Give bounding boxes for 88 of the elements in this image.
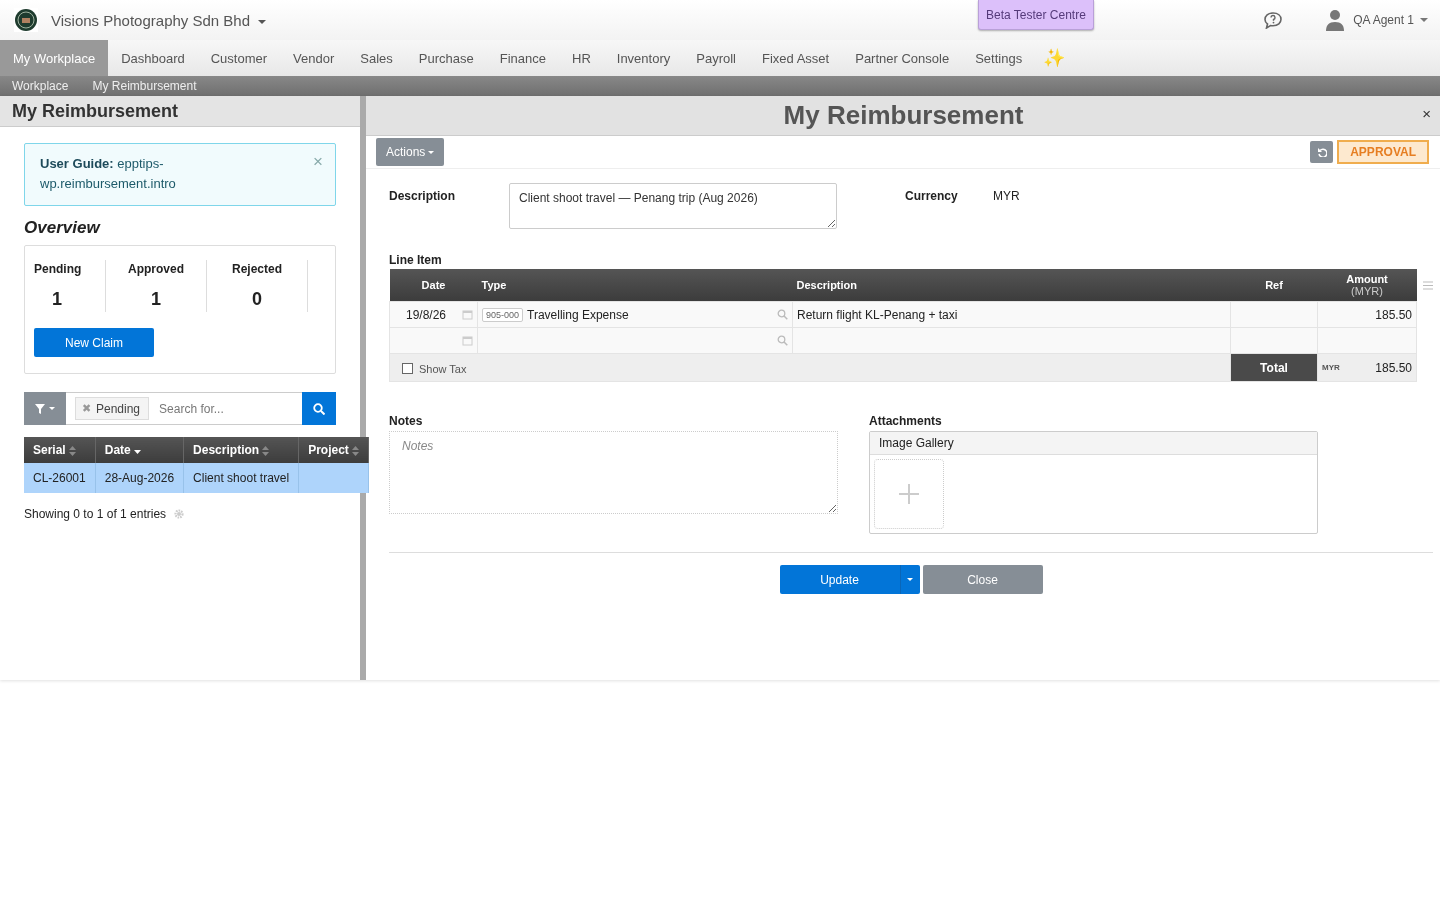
logo-icon[interactable] [14,8,38,32]
filter-tag-label: Pending [96,401,141,416]
panel-title: My Reimbursement [0,96,360,127]
column-subheader: (MYR) [1350,285,1384,297]
status-badge: APPROVAL [1337,140,1429,164]
calendar-icon[interactable] [462,335,473,346]
nav-tab[interactable]: Settings [962,40,1036,76]
field-label: Currency [905,188,959,203]
stat-label: Pending [34,262,82,276]
field-label: Attachments [869,413,943,428]
calendar-icon[interactable] [462,309,473,320]
undo-icon [1316,147,1327,157]
field-label: Description [389,188,456,203]
table-cell: Client shoot travel [193,471,290,485]
search-icon[interactable] [777,335,788,346]
update-button[interactable]: Update [779,565,900,594]
stat-value: 0 [252,289,262,310]
table-cell: CL-26001 [33,471,86,485]
notes-field[interactable]: Notes [389,431,838,514]
section-title: Overview [24,218,102,238]
user-avatar-icon [1325,9,1346,31]
nav-tab[interactable]: Fixed Asset [749,40,843,76]
section-label: Line Item [389,253,443,267]
nav-tab[interactable]: Dashboard [108,40,198,76]
total-label: Total [1230,353,1318,382]
table-cell-text: 19/8/26 [404,307,447,322]
gallery-title: Image Gallery [870,432,1317,455]
caret-icon [1420,18,1428,22]
plus-icon [899,484,919,504]
stat-label: Rejected [232,262,282,276]
checkbox[interactable] [402,362,413,374]
stat-value: 1 [52,289,62,310]
nav-tab[interactable]: Purchase [405,40,487,76]
stat-label: Approved [128,262,184,276]
nav-tab[interactable]: Inventory [603,40,684,76]
nav-tab[interactable]: Partner Console [842,40,963,76]
column-header[interactable]: Description [183,437,299,463]
nav-tab[interactable]: Finance [486,40,559,76]
revert-button[interactable] [1310,141,1334,163]
stat-value: 1 [151,289,161,310]
search-icon [313,402,325,415]
table-row[interactable]: CL-26001 28-Aug-2026 Client shoot travel [24,463,369,493]
form-title: My Reimbursement [783,100,1024,131]
settings-icon[interactable] [174,509,185,519]
column-header: Description [796,279,857,291]
entries-info: Showing 0 to 1 of 1 entries [24,507,167,521]
user-guide-text: User Guide: epptips-wp.reimbursement.intro [40,155,177,193]
total-amount: 185.50 [1374,360,1412,375]
search-button[interactable] [302,392,336,425]
breadcrumb-link[interactable]: Workplace [0,76,81,96]
dropdown-toggle[interactable] [899,565,920,594]
new-claim-button[interactable]: New Claim [34,328,154,357]
nav-tab[interactable]: HR [559,40,604,76]
close-button[interactable]: × [1418,105,1435,122]
field-value: MYR [993,188,1020,203]
nav-tab[interactable]: Sales [347,40,406,76]
company-switcher[interactable]: Visions Photography Sdn Bhd [51,11,267,29]
help-chat-icon[interactable] [1263,11,1284,29]
caret-icon [258,19,267,24]
nav-tab[interactable]: Vendor [280,40,348,76]
column-header: Type [481,279,507,291]
column-header: Amount [1346,273,1388,285]
search-field[interactable]: Search for... [157,392,302,425]
currency-code: MYR [1322,363,1340,372]
checkbox-label: Show Tax [419,362,467,375]
filter-icon [35,403,45,414]
nav-tab[interactable]: Customer [197,40,281,76]
column-header[interactable]: Project [298,437,369,463]
breadcrumb-link[interactable]: My Reimbursement [80,76,209,96]
search-icon[interactable] [777,309,788,320]
table-cell: 28-Aug-2026 [104,471,175,485]
filter-button[interactable] [24,392,66,425]
description-field[interactable]: Client shoot travel — Penang trip (Aug 2026) [509,183,837,229]
table-cell-text: Travelling Expense [527,307,630,322]
filter-tag[interactable]: ✖ Pending [75,397,150,420]
column-header: Date [421,279,446,291]
table-cell: Return flight KL-Penang + taxi [797,307,958,322]
column-header[interactable]: Date [95,437,184,463]
column-header[interactable]: Serial [24,437,96,463]
menu-icon[interactable] [1423,281,1433,290]
column-header: Ref [1265,279,1283,291]
beta-tester-button[interactable]: Beta Tester Centre [978,0,1094,30]
field-label: Notes [389,413,424,428]
nav-tab[interactable]: Payroll [683,40,749,76]
account-code: 905-000 [482,307,524,322]
table-cell: 185.50 [1375,307,1412,322]
user-menu[interactable]: QA Agent 1 [1353,13,1428,27]
add-image-button[interactable] [874,459,944,529]
